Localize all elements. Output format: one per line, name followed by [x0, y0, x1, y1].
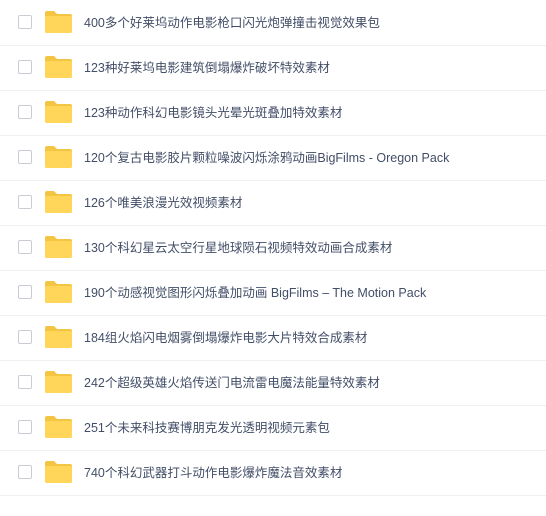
file-row[interactable]: 740个科幻武器打斗动作电影爆炸魔法音效素材 [0, 451, 546, 496]
file-row[interactable]: 242个超级英雄火焰传送门电流雷电魔法能量特效素材 [0, 361, 546, 406]
file-row[interactable]: 123种动作科幻电影镜头光晕光斑叠加特效素材 [0, 91, 546, 136]
folder-name[interactable]: 190个动感视觉图形闪烁叠加动画 BigFilms – The Motion P… [84, 285, 426, 301]
row-checkbox[interactable] [18, 375, 32, 389]
row-checkbox[interactable] [18, 15, 32, 29]
folder-name[interactable]: 242个超级英雄火焰传送门电流雷电魔法能量特效素材 [84, 375, 380, 391]
folder-name[interactable]: 123种好莱坞电影建筑倒塌爆炸破坏特效素材 [84, 60, 330, 76]
folder-icon [44, 100, 73, 124]
folder-name[interactable]: 120个复古电影胶片颗粒噪波闪烁涂鸦动画BigFilms - Oregon Pa… [84, 150, 449, 166]
row-checkbox[interactable] [18, 285, 32, 299]
folder-name[interactable]: 130个科幻星云太空行星地球陨石视频特效动画合成素材 [84, 240, 392, 256]
row-checkbox[interactable] [18, 330, 32, 344]
row-checkbox[interactable] [18, 420, 32, 434]
row-checkbox[interactable] [18, 240, 32, 254]
folder-name[interactable]: 126个唯美浪漫光效视频素材 [84, 195, 242, 211]
file-row[interactable]: 190个动感视觉图形闪烁叠加动画 BigFilms – The Motion P… [0, 271, 546, 316]
folder-name[interactable]: 123种动作科幻电影镜头光晕光斑叠加特效素材 [84, 105, 342, 121]
folder-icon [44, 280, 73, 304]
row-checkbox[interactable] [18, 465, 32, 479]
row-checkbox[interactable] [18, 195, 32, 209]
file-row[interactable]: 126个唯美浪漫光效视频素材 [0, 181, 546, 226]
folder-icon [44, 145, 73, 169]
file-row[interactable]: 120个复古电影胶片颗粒噪波闪烁涂鸦动画BigFilms - Oregon Pa… [0, 136, 546, 181]
folder-icon [44, 55, 73, 79]
row-checkbox[interactable] [18, 105, 32, 119]
folder-name[interactable]: 184组火焰闪电烟雾倒塌爆炸电影大片特效合成素材 [84, 330, 367, 346]
file-row[interactable]: 130个科幻星云太空行星地球陨石视频特效动画合成素材 [0, 226, 546, 271]
file-row[interactable]: 184组火焰闪电烟雾倒塌爆炸电影大片特效合成素材 [0, 316, 546, 361]
row-checkbox[interactable] [18, 60, 32, 74]
folder-icon [44, 10, 73, 34]
folder-icon [44, 460, 73, 484]
file-list: 400多个好莱坞动作电影枪口闪光炮弹撞击视觉效果包 123种好莱坞电影建筑倒塌爆… [0, 1, 546, 516]
folder-icon [44, 190, 73, 214]
folder-icon [44, 370, 73, 394]
row-checkbox[interactable] [18, 150, 32, 164]
folder-icon [44, 415, 73, 439]
folder-name[interactable]: 740个科幻武器打斗动作电影爆炸魔法音效素材 [84, 465, 342, 481]
file-row[interactable]: 400多个好莱坞动作电影枪口闪光炮弹撞击视觉效果包 [0, 1, 546, 46]
folder-name[interactable]: 400多个好莱坞动作电影枪口闪光炮弹撞击视觉效果包 [84, 15, 380, 31]
file-row[interactable]: 251个未来科技赛博朋克发光透明视频元素包 [0, 406, 546, 451]
folder-icon [44, 235, 73, 259]
folder-name[interactable]: 251个未来科技赛博朋克发光透明视频元素包 [84, 420, 330, 436]
file-row[interactable]: 123种好莱坞电影建筑倒塌爆炸破坏特效素材 [0, 46, 546, 91]
folder-icon [44, 325, 73, 349]
